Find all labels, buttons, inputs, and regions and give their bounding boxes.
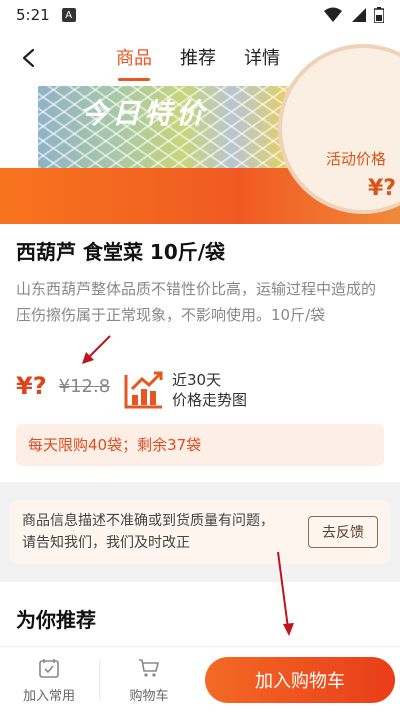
product-info: 西葫芦 食堂菜 10斤/袋 山东西葫芦整体品质不错性价比高，运输过程中造成的压伤…: [0, 224, 400, 482]
back-button[interactable]: [14, 44, 42, 72]
bottom-divider: [99, 661, 100, 699]
price-current: ¥?: [16, 372, 47, 400]
daily-special-label: 今日特价: [80, 97, 209, 130]
tab-details[interactable]: 详情: [244, 44, 280, 80]
nav-tabs: 商品 推荐 详情: [116, 44, 280, 81]
tab-recommend[interactable]: 推荐: [180, 44, 216, 80]
cart-label: 购物车: [129, 689, 169, 704]
add-common-button[interactable]: 加入常用: [14, 657, 84, 704]
activity-price-value: ¥?: [368, 176, 397, 201]
price-original: ¥12.8: [58, 375, 111, 397]
activity-price-label: 活动价格: [326, 150, 387, 168]
bottom-action-bar: 加入常用 购物车 加入购物车: [0, 646, 400, 712]
trend-line-1: 近30天: [172, 371, 222, 389]
wifi-icon: [324, 7, 342, 22]
status-time: 5:21: [16, 6, 50, 24]
feedback-card: 商品信息描述不准确或到货质量有问题， 请告知我们，我们及时改正 去反馈: [10, 500, 390, 564]
shopping-cart-icon: [139, 659, 160, 677]
product-page: 5:21 A 商品 推荐 详情 今日特价 活动价格 ¥? 西葫芦 食堂菜 10斤…: [0, 0, 400, 712]
product-title: 西葫芦 食堂菜 10斤/袋: [16, 240, 226, 264]
calendar-check-icon: [39, 659, 59, 678]
trend-line-2: 价格走势图: [172, 391, 248, 409]
price-trend-text: 近30天 价格走势图: [172, 370, 247, 410]
feedback-line-1: 商品信息描述不准确或到货质量有问题，: [22, 513, 274, 529]
status-icons: [324, 7, 384, 23]
price-row: ¥? ¥12.8: [16, 372, 110, 400]
purchase-limit-notice: 每天限购40袋；剩余37袋: [16, 424, 384, 466]
tab-product[interactable]: 商品: [116, 44, 152, 81]
recommend-title: 为你推荐: [16, 608, 96, 632]
feedback-line-2: 请告知我们，我们及时改正: [22, 535, 190, 551]
chevron-left-icon: [22, 48, 35, 68]
add-common-label: 加入常用: [22, 689, 75, 704]
trend-chart-icon: [124, 371, 163, 409]
signal-icon: [352, 8, 366, 22]
battery-icon: [374, 7, 384, 23]
price-trend-link[interactable]: 近30天 价格走势图: [124, 370, 247, 410]
feedback-text: 商品信息描述不准确或到货质量有问题， 请告知我们，我们及时改正: [22, 510, 274, 554]
cart-button[interactable]: 购物车: [114, 657, 184, 704]
status-bar: 5:21 A: [0, 0, 400, 30]
notification-app-icon: A: [61, 8, 76, 22]
recommend-section: 为你推荐: [0, 582, 400, 646]
add-to-cart-button[interactable]: 加入购物车: [205, 657, 395, 703]
product-description: 山东西葫芦整体品质不错性价比高，运输过程中造成的压伤擦伤属于正常现象，不影响使用…: [16, 280, 377, 324]
feedback-button[interactable]: 去反馈: [308, 516, 378, 548]
